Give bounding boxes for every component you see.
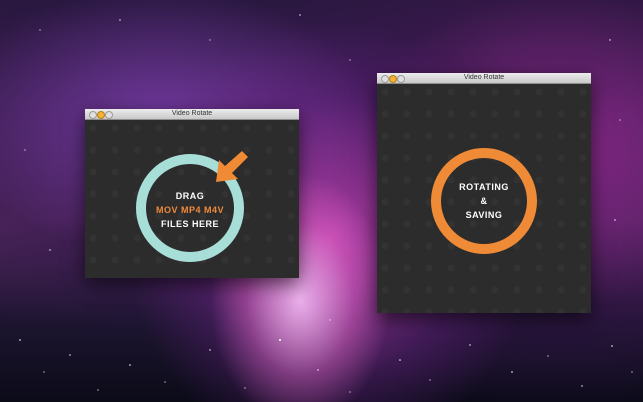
- drop-line-file-types: MOV MP4 M4V: [155, 205, 224, 215]
- window-titlebar[interactable]: Video Rotate: [85, 109, 299, 120]
- drop-zone[interactable]: DRAG MOV MP4 M4V FILES HERE: [85, 120, 299, 278]
- status-text: ROTATING & SAVING: [434, 180, 534, 222]
- status-line-saving: SAVING: [465, 210, 503, 220]
- arrow-down-left-icon: [216, 151, 248, 182]
- status-line-ampersand: &: [480, 196, 488, 206]
- window-titlebar[interactable]: Video Rotate: [377, 73, 591, 84]
- drop-line-drag: DRAG: [175, 191, 205, 201]
- window-title: Video Rotate: [463, 74, 505, 81]
- status-area: ROTATING & SAVING: [377, 84, 591, 313]
- drop-line-files-here: FILES HERE: [160, 219, 219, 229]
- video-rotate-window-status: Video Rotate ROTATING & SAVING: [377, 73, 591, 313]
- drop-instructions: DRAG MOV MP4 M4V FILES HERE: [137, 189, 243, 231]
- window-title: Video Rotate: [171, 110, 213, 117]
- video-rotate-window-drop: Video Rotate DRAG MOV MP4 M4V FILES HERE: [85, 109, 299, 278]
- status-line-rotating: ROTATING: [459, 182, 509, 192]
